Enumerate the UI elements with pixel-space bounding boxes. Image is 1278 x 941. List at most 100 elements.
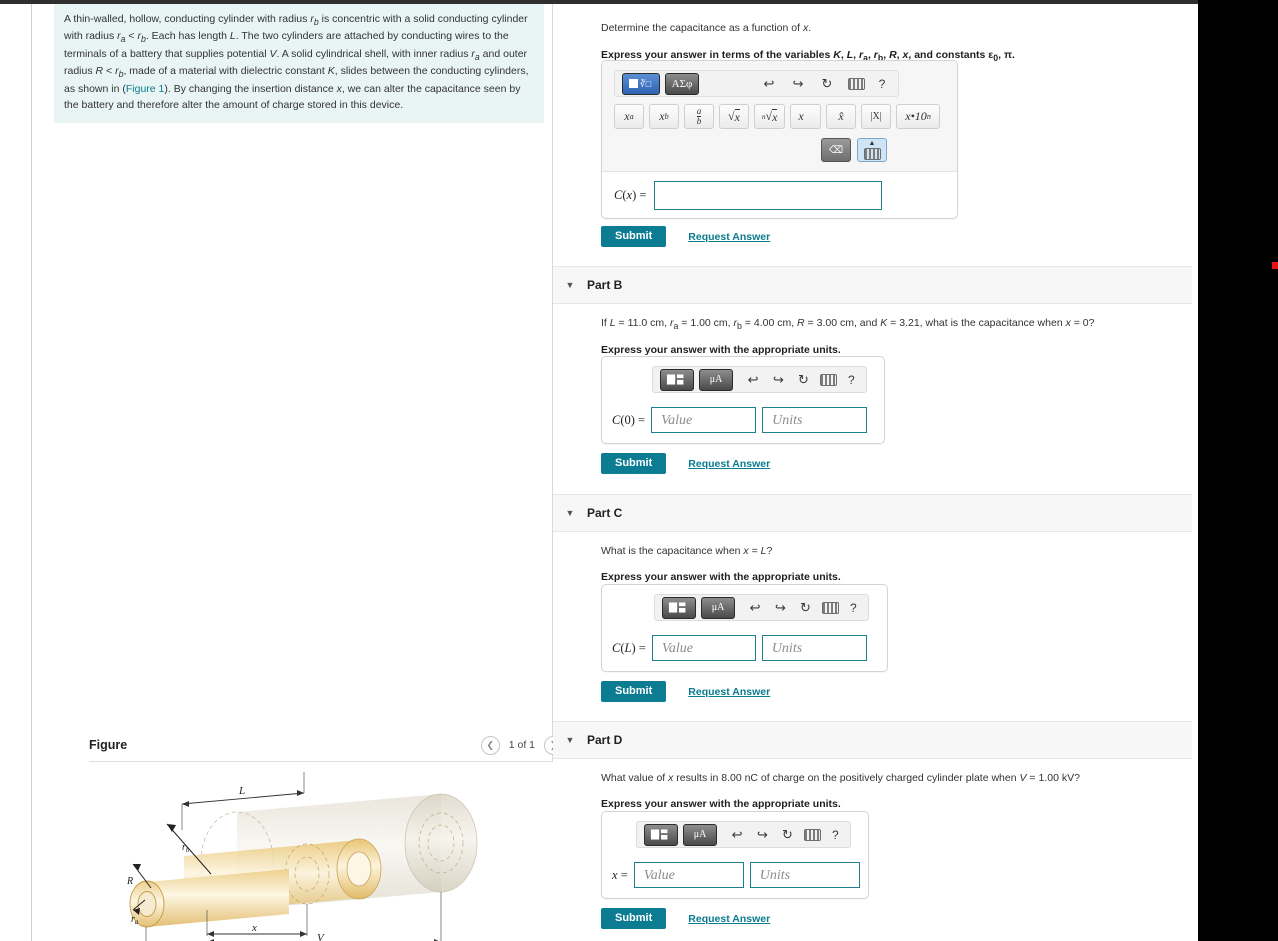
- figure-title: Figure: [89, 738, 128, 752]
- svg-text:rb: rb: [182, 842, 190, 854]
- micro-units-button[interactable]: μA: [701, 596, 735, 619]
- part-c-answer-box: μA ↩ ↪ ↻ ? C(L) = Value Units: [601, 584, 888, 672]
- part-c-label: Part C: [587, 506, 623, 520]
- keyboard-icon[interactable]: [819, 369, 839, 391]
- redo-icon[interactable]: ↪: [770, 597, 790, 619]
- part-d-submit-button[interactable]: Submit: [601, 908, 667, 929]
- part-b-units-input[interactable]: Units: [762, 407, 868, 433]
- figure-viewport: L rb R ra x V: [89, 761, 577, 941]
- svg-text:∛□: ∛□: [640, 78, 652, 89]
- part-c-units-input[interactable]: Units: [761, 635, 867, 661]
- units-template-icon[interactable]: [660, 368, 694, 391]
- figure-header: Figure ❮ 1 of 1 ❯: [55, 729, 577, 761]
- figure-counter: 1 of 1: [508, 739, 535, 751]
- undo-icon[interactable]: ↩: [743, 369, 763, 391]
- micro-units-button[interactable]: μA: [699, 368, 733, 391]
- greek-symbols-button[interactable]: ΑΣφ: [665, 72, 699, 95]
- figure-section: Figure ❮ 1 of 1 ❯: [55, 729, 577, 941]
- part-d-value-input[interactable]: Value: [633, 862, 744, 888]
- part-b-prompt: If L = 11.0 cm, ra = 1.00 cm, rb = 4.00 …: [601, 317, 1095, 332]
- reset-icon[interactable]: ↻: [777, 824, 797, 846]
- part-c-request-answer-link[interactable]: Request Answer: [688, 686, 770, 698]
- keyboard-icon[interactable]: [844, 73, 868, 95]
- part-b-value-input[interactable]: Value: [651, 407, 757, 433]
- cylinder-capacitor-diagram: L rb R ra x V: [126, 772, 478, 941]
- math-template-icon[interactable]: ∛□: [622, 72, 660, 95]
- part-b-submit-button[interactable]: Submit: [601, 453, 667, 474]
- help-button[interactable]: ?: [846, 601, 861, 615]
- part-b-answer-label: C(0) =: [612, 412, 646, 427]
- symbol-scientific-notation[interactable]: x•10 n: [896, 104, 941, 129]
- part-a-body: Determine the capacitance as a function …: [601, 20, 1161, 65]
- part-c-actions: Submit Request Answer: [601, 681, 770, 702]
- part-a-input-row: C(x) =: [614, 181, 883, 210]
- problem-panel: A thin-walled, hollow, conducting cylind…: [32, 4, 577, 941]
- part-d-units-input[interactable]: Units: [749, 862, 860, 888]
- help-button[interactable]: ?: [873, 77, 891, 91]
- keyboard-icon[interactable]: [821, 597, 841, 619]
- redo-icon[interactable]: ↪: [768, 369, 788, 391]
- collapse-caret-icon[interactable]: ▼: [553, 735, 587, 745]
- keyboard-icon[interactable]: [803, 824, 823, 846]
- symbol-vector-x[interactable]: x⃗: [790, 104, 822, 129]
- part-a-request-answer-link[interactable]: Request Answer: [688, 231, 770, 243]
- redo-icon[interactable]: ↪: [752, 824, 772, 846]
- part-b-answer-box: μA ↩ ↪ ↻ ? C(0) = Value Units: [601, 356, 885, 444]
- part-c-answer-label: C(L) =: [612, 640, 646, 655]
- undo-icon[interactable]: ↩: [757, 73, 781, 95]
- part-c-header[interactable]: ▼ Part C: [553, 494, 1192, 532]
- symbol-x-sub-b[interactable]: xb: [649, 104, 679, 129]
- answer-panel: Determine the capacitance as a function …: [553, 4, 1198, 941]
- part-d-request-answer-link[interactable]: Request Answer: [688, 913, 770, 925]
- part-d-header[interactable]: ▼ Part D: [553, 721, 1192, 759]
- collapse-caret-icon[interactable]: ▼: [553, 280, 587, 290]
- symbol-nth-root[interactable]: n √ x: [754, 104, 786, 129]
- part-b-label: Part B: [587, 278, 623, 292]
- micro-units-button[interactable]: μA: [683, 823, 717, 846]
- backspace-icon[interactable]: ⌫: [821, 138, 851, 162]
- part-b-body: If L = 11.0 cm, ra = 1.00 cm, rb = 4.00 …: [601, 315, 1171, 359]
- help-button[interactable]: ?: [844, 373, 859, 387]
- part-a-submit-button[interactable]: Submit: [601, 226, 667, 247]
- figure-nav: ❮ 1 of 1 ❯: [480, 735, 563, 755]
- hide-keyboard-icon[interactable]: ▲: [857, 138, 887, 162]
- figure-prev-button[interactable]: ❮: [480, 735, 500, 755]
- part-b-actions: Submit Request Answer: [601, 453, 770, 474]
- symbol-absolute-value[interactable]: |X|: [861, 104, 892, 129]
- part-b-header[interactable]: ▼ Part B: [553, 266, 1192, 304]
- part-d-answer-box: μA ↩ ↪ ↻ ? x = Value Units: [601, 811, 869, 899]
- part-b-request-answer-link[interactable]: Request Answer: [688, 458, 770, 470]
- math-edit-row: ⌫ ▲: [614, 138, 887, 162]
- help-button[interactable]: ?: [828, 828, 843, 842]
- left-gutter: [0, 4, 32, 941]
- reset-icon[interactable]: ↻: [815, 73, 839, 95]
- redo-icon[interactable]: ↪: [786, 73, 810, 95]
- part-d-body: What value of x results in 8.00 nC of ch…: [601, 770, 1186, 813]
- symbol-square-root[interactable]: √ x: [719, 104, 749, 129]
- problem-statement: A thin-walled, hollow, conducting cylind…: [54, 4, 544, 124]
- part-c-submit-button[interactable]: Submit: [601, 681, 667, 702]
- part-d-actions: Submit Request Answer: [601, 908, 770, 929]
- collapse-caret-icon[interactable]: ▼: [553, 508, 587, 518]
- reset-icon[interactable]: ↻: [795, 597, 815, 619]
- part-d-label: Part D: [587, 733, 623, 747]
- part-a-prompt: Determine the capacitance as a function …: [601, 22, 812, 34]
- part-c-prompt: What is the capacitance when x = L?: [601, 545, 773, 557]
- part-d-answer-label: x =: [612, 867, 628, 882]
- symbol-hat-x[interactable]: x̂: [826, 104, 857, 129]
- units-template-icon[interactable]: [644, 823, 678, 846]
- units-template-icon[interactable]: [662, 596, 696, 619]
- svg-text:x: x: [251, 922, 257, 934]
- undo-icon[interactable]: ↩: [745, 597, 765, 619]
- undo-icon[interactable]: ↩: [727, 824, 747, 846]
- part-c-body: What is the capacitance when x = L? Expr…: [601, 543, 1121, 586]
- part-c-input-row: C(L) = Value Units: [612, 635, 867, 661]
- symbol-x-power-a[interactable]: xa: [614, 104, 644, 129]
- symbol-fraction[interactable]: ab: [684, 104, 714, 129]
- svg-text:R: R: [126, 876, 133, 887]
- part-a-actions: Submit Request Answer: [601, 226, 770, 247]
- reset-icon[interactable]: ↻: [793, 369, 813, 391]
- part-c-value-input[interactable]: Value: [651, 635, 756, 661]
- part-a-expression-input[interactable]: [654, 181, 883, 210]
- page-canvas: A thin-walled, hollow, conducting cylind…: [0, 0, 1198, 941]
